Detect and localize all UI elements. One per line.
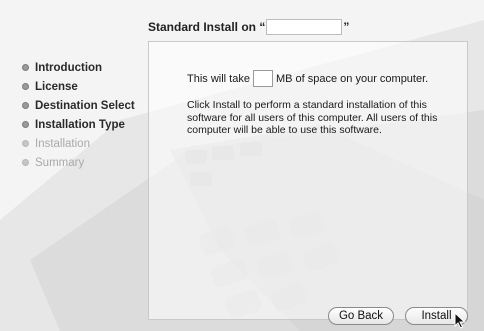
go-back-button[interactable]: Go Back [328,307,394,325]
step-label: Installation [35,137,90,150]
step-label: License [35,80,78,93]
install-description: Click Install to perform a standard inst… [187,99,438,136]
install-info-panel: This will take MB of space on your compu… [148,41,468,320]
install-title-prefix: Standard Install on “ [148,20,266,34]
step-bullet-icon [22,140,29,147]
install-title: Standard Install on “ ” [148,18,349,36]
step-label: Summary [35,156,85,169]
step-bullet-icon [22,121,29,128]
volume-name-field [266,19,343,35]
step-bullet-icon [22,159,29,166]
step-license: License [22,77,135,96]
step-label: Introduction [35,61,103,74]
space-value-field [252,70,273,87]
step-label: Installation Type [35,118,125,131]
step-bullet-icon [22,64,29,71]
step-installation-type: Installation Type [22,115,135,134]
step-label: Destination Select [35,99,135,112]
space-suffix: MB of space on your computer. [275,72,429,85]
install-title-suffix: ” [343,20,350,34]
step-bullet-icon [22,102,29,109]
step-introduction: Introduction [22,58,135,77]
step-bullet-icon [22,83,29,90]
step-destination-select: Destination Select [22,96,135,115]
step-installation: Installation [22,134,135,153]
step-summary: Summary [22,153,135,172]
space-prefix: This will take [187,72,250,85]
mouse-pointer-icon [454,312,466,329]
space-required-line: This will take MB of space on your compu… [187,70,428,87]
installer-steps-sidebar: Introduction License Destination Select … [22,58,135,172]
